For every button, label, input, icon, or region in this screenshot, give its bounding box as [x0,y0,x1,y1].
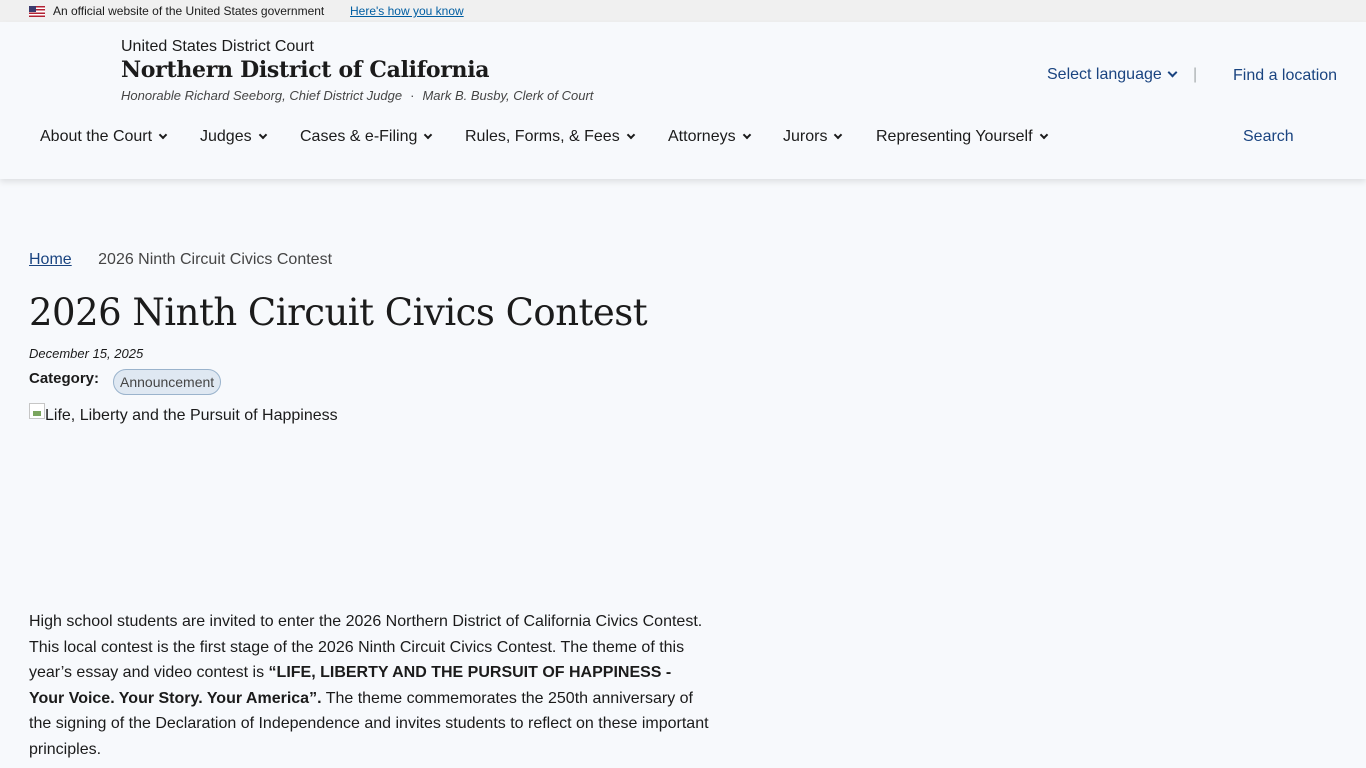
search-button[interactable]: Search [1243,128,1294,146]
us-flag-icon [29,6,45,17]
site-header: United States District Court Northern Di… [0,22,1366,179]
nav-label: About the Court [40,128,153,145]
breadcrumb: Home 2026 Ninth Circuit Civics Contest [29,251,332,269]
chevron-down-icon [158,130,168,140]
nav-attorneys[interactable]: Attorneys [668,128,751,146]
header-divider: | [1193,66,1198,83]
chevron-down-icon [1167,67,1178,78]
official-site-text: An official website of the United States… [53,4,325,18]
nav-jurors[interactable]: Jurors [783,128,843,146]
gov-banner: An official website of the United States… [0,0,1366,22]
clerk-of-court: Mark B. Busby, Clerk of Court [422,88,594,103]
select-language-label: Select language [1047,66,1162,83]
chief-judge: Honorable Richard Seeborg, Chief Distric… [121,88,403,103]
nav-rules-forms-fees[interactable]: Rules, Forms, & Fees [465,128,635,146]
chevron-down-icon [834,130,843,140]
nav-label: Jurors [783,128,828,145]
nav-representing-yourself[interactable]: Representing Yourself [876,128,1048,146]
nav-cases-e-filing[interactable]: Cases & e-Filing [300,128,433,146]
nav-about-the-court[interactable]: About the Court [40,128,168,146]
chevron-down-icon [626,130,635,140]
category-tag[interactable]: Announcement [113,369,222,395]
nav-label: Rules, Forms, & Fees [465,128,620,145]
officials-separator: · [410,88,415,103]
image-alt-text: Life, Liberty and the Pursuit of Happine… [45,407,338,424]
breadcrumb-current: 2026 Ninth Circuit Civics Contest [98,251,333,268]
article-body: High school students are invited to ente… [29,609,709,762]
nav-label: Attorneys [668,128,736,145]
chevron-down-icon [1039,130,1048,140]
broken-image-icon [29,403,45,419]
nav-label: Representing Yourself [876,128,1033,145]
chevron-down-icon [424,130,433,140]
find-location-link[interactable]: Find a location [1233,67,1337,85]
nav-judges[interactable]: Judges [200,128,267,146]
chevron-down-icon [258,130,267,140]
district-name[interactable]: Northern District of California [121,57,490,83]
court-officials: Honorable Richard Seeborg, Chief Distric… [121,88,593,103]
page-title: 2026 Ninth Circuit Civics Contest [29,291,648,334]
how-you-know-link[interactable]: Here's how you know [350,4,464,18]
breadcrumb-home-link[interactable]: Home [29,251,72,268]
court-name: United States District Court [121,38,314,55]
category-label: Category: [29,370,100,387]
select-language-button[interactable]: Select language [1047,66,1178,84]
hero-image: Life, Liberty and the Pursuit of Happine… [29,403,669,593]
nav-label: Judges [200,128,252,145]
nav-label: Cases & e-Filing [300,128,418,145]
chevron-down-icon [742,130,751,140]
post-date: December 15, 2025 [29,346,144,361]
